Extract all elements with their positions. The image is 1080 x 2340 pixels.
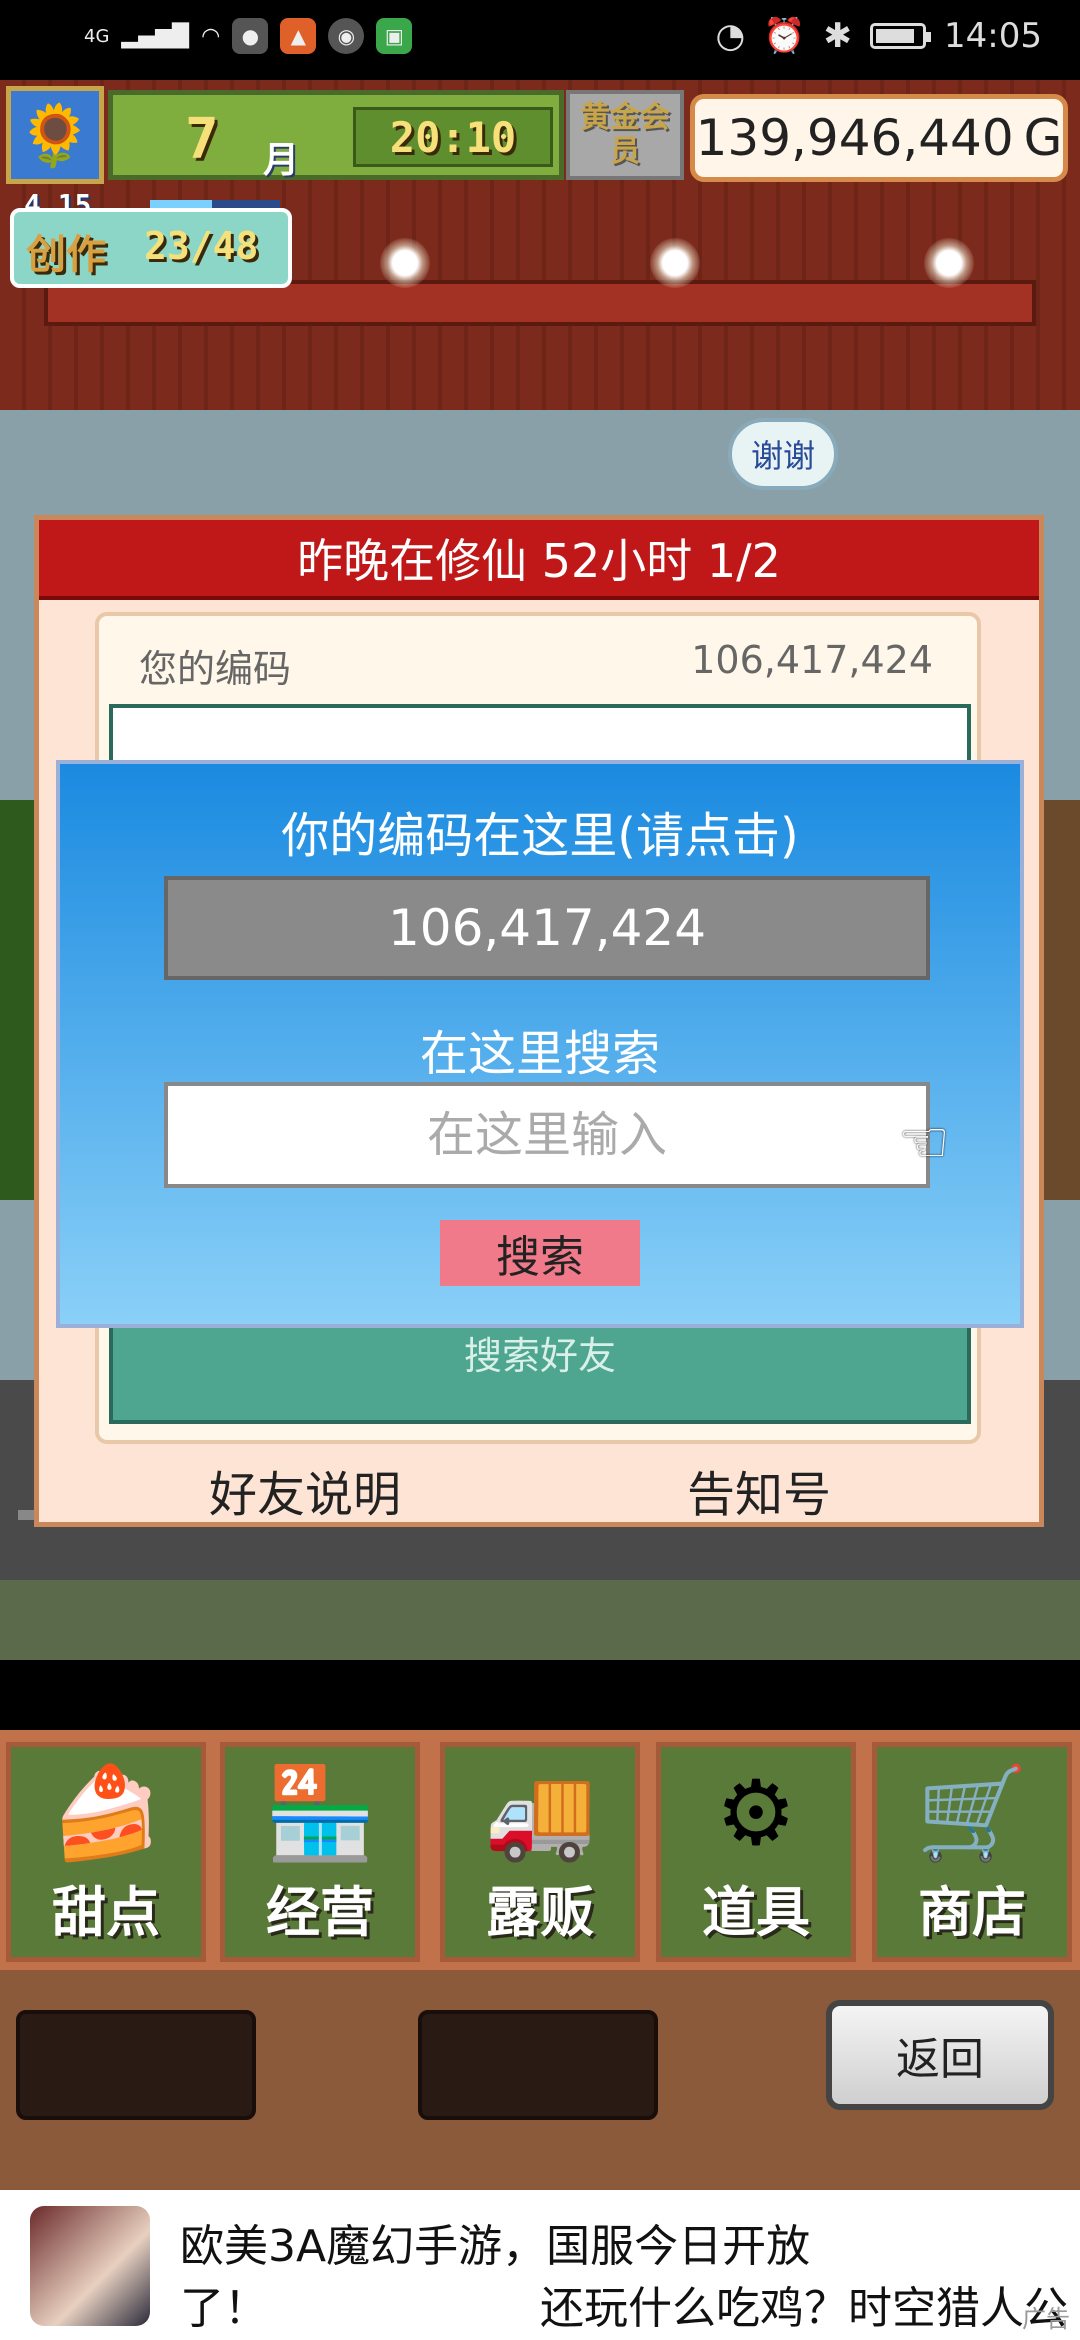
ad-text-line1: 欧美3A魔幻手游，国服今日开放 <box>180 2221 811 2272</box>
code-value: 106,417,424 <box>691 638 933 682</box>
gold-member-badge[interactable]: 黄金会员 <box>566 90 684 180</box>
create-status[interactable]: 创作 23/48 <box>10 208 292 288</box>
signal-bars-icon: ▂▄▆█ <box>121 23 190 49</box>
menu-item-store[interactable]: 🛒 商店 <box>872 1742 1072 1962</box>
menu-item-stall[interactable]: 🚚 露贩 <box>440 1742 640 1962</box>
ad-banner[interactable]: 欧美3A魔幻手游，国服今日开放 了！ 还玩什么吃鸡？时空猎人公 广告 <box>0 2190 1080 2340</box>
fence <box>1040 800 1080 1200</box>
search-dialog: 你的编码在这里(请点击) 106,417,424 在这里搜索 ☜ 搜索 <box>56 760 1024 1328</box>
create-level-bar <box>150 200 280 208</box>
clock: 14:05 <box>944 16 1042 56</box>
fox-app-icon: ▲ <box>280 18 317 54</box>
month-unit: 月 <box>263 140 300 181</box>
green-app-icon: ▣ <box>376 18 413 54</box>
alarm-icon: ⏰ <box>763 16 806 56</box>
panel-title: 昨晚在修仙 52小时 1/2 <box>39 520 1039 600</box>
lamp-icon <box>924 238 974 288</box>
dialog-title: 你的编码在这里(请点击) <box>281 808 799 864</box>
menu-item-label: 商店 <box>918 1881 1026 1944</box>
shop-icon: 🏪 <box>263 1761 377 1866</box>
food-truck-icon: 🚚 <box>483 1761 597 1866</box>
app-notification-icon: ● <box>232 18 269 54</box>
menu-item-items[interactable]: ⚙ 道具 <box>656 1742 856 1962</box>
ad-tag: 广告 <box>1022 2305 1070 2333</box>
my-code-button[interactable]: 106,417,424 <box>164 876 930 980</box>
create-label: 创作 <box>26 232 106 278</box>
search-friend-button[interactable]: 搜索好友 <box>113 1325 967 1380</box>
ad-text-line2a: 了！ <box>180 2283 268 2334</box>
cart-icon: 🛒 <box>915 1761 1029 1866</box>
code-label: 您的编码 <box>139 647 292 691</box>
ad-avatar <box>30 2206 150 2326</box>
create-level-fill <box>150 200 213 208</box>
battery-icon <box>870 23 932 49</box>
thanks-bubble[interactable]: 谢谢 <box>728 418 838 490</box>
notice-button[interactable]: 告知号 <box>687 1455 831 1525</box>
status-bar: 4G ▂▄▆█ ◠ ● ▲ ◉ ▣ ◔ ⏰ ✱ 14:05 <box>0 0 1080 80</box>
gear-bag-icon: ⚙ <box>715 1761 797 1866</box>
signal-icon: 4G <box>84 25 110 47</box>
sunflower-icon[interactable]: 🌻 <box>6 86 104 184</box>
status-left-icons: 4G ▂▄▆█ ◠ ● ▲ ◉ ▣ <box>84 18 413 54</box>
sub-bar: 返回 <box>0 1970 1080 2190</box>
cake-icon: 🍰 <box>49 1761 163 1866</box>
bottom-menu: 🍰 甜点 🏪 经营 🚚 露贩 ⚙ 道具 🛒 商店 <box>0 1730 1080 1970</box>
menu-item-label: 甜点 <box>52 1881 160 1944</box>
create-progress: 23/48 <box>144 224 259 268</box>
search-label: 在这里搜索 <box>419 1026 660 1082</box>
menu-item-manage[interactable]: 🏪 经营 <box>220 1742 420 1962</box>
data-saver-icon: ◔ <box>715 16 746 56</box>
speaker-app-icon: ◉ <box>328 18 365 54</box>
menu-item-label: 道具 <box>702 1881 810 1944</box>
menu-item-label: 露贩 <box>486 1881 594 1944</box>
ad-text-line2b: 还玩什么吃鸡？时空猎人公 <box>540 2283 1068 2334</box>
lamp-icon <box>380 238 430 288</box>
money-display: 139,946,440 G <box>690 94 1068 182</box>
pointing-hand-icon: ☜ <box>898 1108 950 1176</box>
back-button[interactable]: 返回 <box>826 2000 1054 2110</box>
search-button[interactable]: 搜索 <box>440 1220 640 1286</box>
game-time: 20:10 <box>353 107 553 167</box>
date-time-display: 7 月 20:10 <box>108 90 564 181</box>
wifi-icon: ◠ <box>201 23 221 49</box>
search-input[interactable] <box>164 1082 930 1188</box>
menu-item-dessert[interactable]: 🍰 甜点 <box>6 1742 206 1962</box>
status-right-icons: ◔ ⏰ ✱ 14:05 <box>716 16 1043 56</box>
month-number: 7 <box>185 107 219 172</box>
bluetooth-icon: ✱ <box>823 16 853 56</box>
menu-item-label: 经营 <box>266 1881 374 1944</box>
empty-slot <box>418 2010 658 2120</box>
friend-help-button[interactable]: 好友说明 <box>209 1455 401 1525</box>
empty-slot <box>16 2010 256 2120</box>
lamp-icon <box>650 238 700 288</box>
